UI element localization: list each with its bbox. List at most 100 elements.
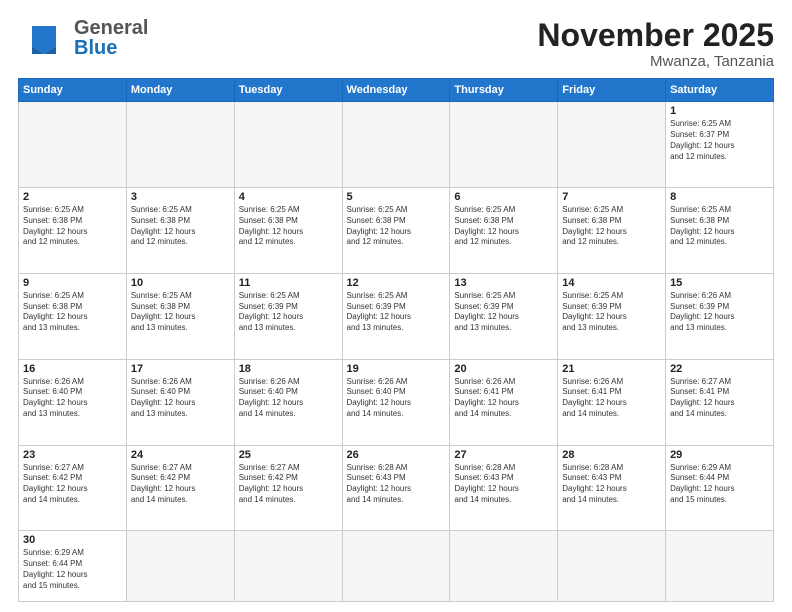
calendar-cell: 28 Sunrise: 6:28 AM Sunset: 6:43 PM Dayli… xyxy=(558,445,666,531)
calendar-cell: 26 Sunrise: 6:28 AM Sunset: 6:43 PM Dayli… xyxy=(342,445,450,531)
calendar-week-2: 2 Sunrise: 6:25 AM Sunset: 6:38 PM Daylig… xyxy=(19,188,774,274)
calendar-cell: 3Sunrise: 6:25 AM Sunset: 6:38 PM Daylig… xyxy=(126,188,234,274)
calendar-cell: 8 Sunrise: 6:25 AM Sunset: 6:38 PM Daylig… xyxy=(666,188,774,274)
calendar-header-tuesday: Tuesday xyxy=(234,79,342,102)
day-number: 5 xyxy=(347,191,446,203)
day-number: 20 xyxy=(454,363,553,375)
calendar-cell: 23 Sunrise: 6:27 AM Sunset: 6:42 PM Dayli… xyxy=(19,445,127,531)
day-number: 25 xyxy=(239,449,338,461)
day-number: 9 xyxy=(23,277,122,289)
day-info: Sunrise: 6:27 AM Sunset: 6:42 PM Dayligh… xyxy=(23,463,122,506)
day-number: 26 xyxy=(347,449,446,461)
day-info: Sunrise: 6:25 AM Sunset: 6:38 PM Dayligh… xyxy=(454,205,553,248)
calendar-cell xyxy=(450,102,558,188)
calendar-header-wednesday: Wednesday xyxy=(342,79,450,102)
day-info: Sunrise: 6:28 AM Sunset: 6:43 PM Dayligh… xyxy=(454,463,553,506)
day-info: Sunrise: 6:25 AM Sunset: 6:38 PM Dayligh… xyxy=(23,291,122,334)
day-number: 24 xyxy=(131,449,230,461)
day-number: 19 xyxy=(347,363,446,375)
calendar-cell: 5Sunrise: 6:25 AM Sunset: 6:38 PM Daylig… xyxy=(342,188,450,274)
day-number: 28 xyxy=(562,449,661,461)
calendar-cell: 16 Sunrise: 6:26 AM Sunset: 6:40 PM Dayli… xyxy=(19,359,127,445)
day-number: 14 xyxy=(562,277,661,289)
day-info: Sunrise: 6:25 AM Sunset: 6:39 PM Dayligh… xyxy=(347,291,446,334)
calendar-cell: 21 Sunrise: 6:26 AM Sunset: 6:41 PM Dayli… xyxy=(558,359,666,445)
day-number: 18 xyxy=(239,363,338,375)
calendar-cell: 6 Sunrise: 6:25 AM Sunset: 6:38 PM Daylig… xyxy=(450,188,558,274)
calendar-week-3: 9 Sunrise: 6:25 AM Sunset: 6:38 PM Daylig… xyxy=(19,273,774,359)
day-info: Sunrise: 6:25 AM Sunset: 6:37 PM Dayligh… xyxy=(670,119,769,162)
calendar-cell: 29 Sunrise: 6:29 AM Sunset: 6:44 PM Dayli… xyxy=(666,445,774,531)
day-info: Sunrise: 6:25 AM Sunset: 6:39 PM Dayligh… xyxy=(454,291,553,334)
calendar-cell xyxy=(126,531,234,602)
calendar-cell: 27Sunrise: 6:28 AM Sunset: 6:43 PM Dayli… xyxy=(450,445,558,531)
calendar-cell: 1 Sunrise: 6:25 AM Sunset: 6:37 PM Daylig… xyxy=(666,102,774,188)
logo-area: General Blue xyxy=(18,18,148,58)
day-info: Sunrise: 6:26 AM Sunset: 6:40 PM Dayligh… xyxy=(23,377,122,420)
calendar-week-6: 30 Sunrise: 6:29 AM Sunset: 6:44 PM Dayli… xyxy=(19,531,774,602)
calendar-header-saturday: Saturday xyxy=(666,79,774,102)
day-info: Sunrise: 6:27 AM Sunset: 6:41 PM Dayligh… xyxy=(670,377,769,420)
day-number: 7 xyxy=(562,191,661,203)
day-number: 30 xyxy=(23,534,122,546)
page: General Blue November 2025 Mwanza, Tanza… xyxy=(0,0,792,612)
calendar-cell: 15 Sunrise: 6:26 AM Sunset: 6:39 PM Dayli… xyxy=(666,273,774,359)
day-number: 2 xyxy=(23,191,122,203)
day-info: Sunrise: 6:26 AM Sunset: 6:39 PM Dayligh… xyxy=(670,291,769,334)
calendar-cell: 9 Sunrise: 6:25 AM Sunset: 6:38 PM Daylig… xyxy=(19,273,127,359)
day-info: Sunrise: 6:25 AM Sunset: 6:38 PM Dayligh… xyxy=(670,205,769,248)
day-number: 15 xyxy=(670,277,769,289)
day-info: Sunrise: 6:26 AM Sunset: 6:40 PM Dayligh… xyxy=(347,377,446,420)
day-info: Sunrise: 6:27 AM Sunset: 6:42 PM Dayligh… xyxy=(131,463,230,506)
calendar-cell xyxy=(342,531,450,602)
calendar-cell: 30 Sunrise: 6:29 AM Sunset: 6:44 PM Dayli… xyxy=(19,531,127,602)
day-number: 16 xyxy=(23,363,122,375)
day-number: 1 xyxy=(670,105,769,117)
day-info: Sunrise: 6:28 AM Sunset: 6:43 PM Dayligh… xyxy=(347,463,446,506)
calendar-header-row: SundayMondayTuesdayWednesdayThursdayFrid… xyxy=(19,79,774,102)
logo-icon xyxy=(18,18,70,58)
calendar-week-1: 1 Sunrise: 6:25 AM Sunset: 6:37 PM Daylig… xyxy=(19,102,774,188)
logo-text: General Blue xyxy=(74,18,148,58)
day-info: Sunrise: 6:26 AM Sunset: 6:40 PM Dayligh… xyxy=(131,377,230,420)
calendar-cell: 18Sunrise: 6:26 AM Sunset: 6:40 PM Dayli… xyxy=(234,359,342,445)
calendar-cell: 12Sunrise: 6:25 AM Sunset: 6:39 PM Dayli… xyxy=(342,273,450,359)
day-number: 21 xyxy=(562,363,661,375)
calendar-cell xyxy=(19,102,127,188)
day-number: 13 xyxy=(454,277,553,289)
calendar-cell xyxy=(342,102,450,188)
day-number: 8 xyxy=(670,191,769,203)
calendar-cell: 25Sunrise: 6:27 AM Sunset: 6:42 PM Dayli… xyxy=(234,445,342,531)
day-info: Sunrise: 6:25 AM Sunset: 6:38 PM Dayligh… xyxy=(23,205,122,248)
calendar-cell: 14 Sunrise: 6:25 AM Sunset: 6:39 PM Dayli… xyxy=(558,273,666,359)
day-info: Sunrise: 6:29 AM Sunset: 6:44 PM Dayligh… xyxy=(670,463,769,506)
calendar-header-friday: Friday xyxy=(558,79,666,102)
day-info: Sunrise: 6:28 AM Sunset: 6:43 PM Dayligh… xyxy=(562,463,661,506)
calendar-cell: 20Sunrise: 6:26 AM Sunset: 6:41 PM Dayli… xyxy=(450,359,558,445)
day-number: 3 xyxy=(131,191,230,203)
day-number: 29 xyxy=(670,449,769,461)
day-info: Sunrise: 6:25 AM Sunset: 6:38 PM Dayligh… xyxy=(239,205,338,248)
day-info: Sunrise: 6:26 AM Sunset: 6:41 PM Dayligh… xyxy=(562,377,661,420)
calendar-cell xyxy=(558,102,666,188)
day-info: Sunrise: 6:29 AM Sunset: 6:44 PM Dayligh… xyxy=(23,548,122,591)
day-info: Sunrise: 6:25 AM Sunset: 6:38 PM Dayligh… xyxy=(562,205,661,248)
calendar-cell xyxy=(450,531,558,602)
calendar-header-thursday: Thursday xyxy=(450,79,558,102)
day-number: 22 xyxy=(670,363,769,375)
header: General Blue November 2025 Mwanza, Tanza… xyxy=(18,18,774,70)
calendar-week-5: 23 Sunrise: 6:27 AM Sunset: 6:42 PM Dayli… xyxy=(19,445,774,531)
location: Mwanza, Tanzania xyxy=(537,53,774,70)
calendar-cell xyxy=(666,531,774,602)
day-number: 23 xyxy=(23,449,122,461)
calendar-header-sunday: Sunday xyxy=(19,79,127,102)
day-info: Sunrise: 6:25 AM Sunset: 6:39 PM Dayligh… xyxy=(562,291,661,334)
month-title: November 2025 xyxy=(537,18,774,53)
day-number: 11 xyxy=(239,277,338,289)
day-number: 6 xyxy=(454,191,553,203)
calendar-cell xyxy=(126,102,234,188)
day-info: Sunrise: 6:25 AM Sunset: 6:38 PM Dayligh… xyxy=(131,291,230,334)
calendar-cell xyxy=(558,531,666,602)
calendar-header-monday: Monday xyxy=(126,79,234,102)
calendar-cell: 2 Sunrise: 6:25 AM Sunset: 6:38 PM Daylig… xyxy=(19,188,127,274)
